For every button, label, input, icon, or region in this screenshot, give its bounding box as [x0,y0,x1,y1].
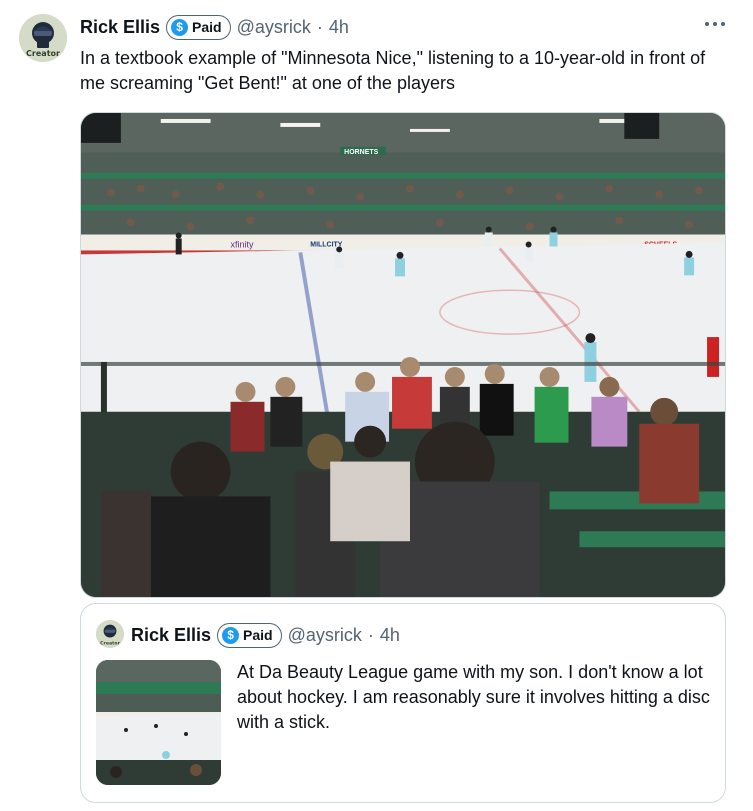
quoted-author-handle[interactable]: @aysrick [288,625,362,646]
creator-avatar-icon: Creator [96,620,124,648]
sign-hornets: HORNETS [344,149,378,156]
tweet-header: Rick Ellis $ Paid @aysrick · 4h [80,14,349,40]
sign-xfinity: xfinity [231,239,254,249]
quoted-author-name[interactable]: Rick Ellis [131,625,211,646]
tweet-photo[interactable]: xfinity MILLCITY SCHEELS HORNETS [80,112,726,598]
dollar-icon: $ [222,626,240,644]
author-name[interactable]: Rick Ellis [80,17,160,38]
quoted-avatar[interactable]: Creator [96,620,124,648]
avatar[interactable]: Creator [19,14,67,62]
author-handle[interactable]: @aysrick [237,17,311,38]
quoted-separator-dot: · [367,624,374,645]
quoted-paid-badge[interactable]: $ Paid [217,622,282,648]
quoted-timestamp[interactable]: 4h [380,625,400,646]
quoted-tweet[interactable]: Creator Rick Ellis $ Paid @aysrick · 4h … [80,603,726,803]
quoted-header: Rick Ellis $ Paid @aysrick · 4h [131,622,400,648]
quoted-avatar-label: Creator [100,641,120,647]
more-horizontal-icon[interactable] [703,14,727,34]
hockey-rink-photo: xfinity MILLCITY SCHEELS HORNETS [81,113,725,597]
creator-avatar-icon: Creator [19,14,67,62]
hockey-rink-thumbnail [96,660,221,785]
tweet-text: In a textbook example of "Minnesota Nice… [80,48,706,93]
separator-dot: · [316,16,323,37]
paid-badge[interactable]: $ Paid [166,14,231,40]
avatar-label: Creator [26,49,60,58]
quoted-tweet-text: At Da Beauty League game with my son. I … [237,662,710,732]
quoted-photo[interactable] [96,660,221,785]
paid-badge-label: Paid [192,19,222,35]
dollar-icon: $ [171,18,189,36]
timestamp[interactable]: 4h [329,17,349,38]
quoted-paid-badge-label: Paid [243,627,273,643]
